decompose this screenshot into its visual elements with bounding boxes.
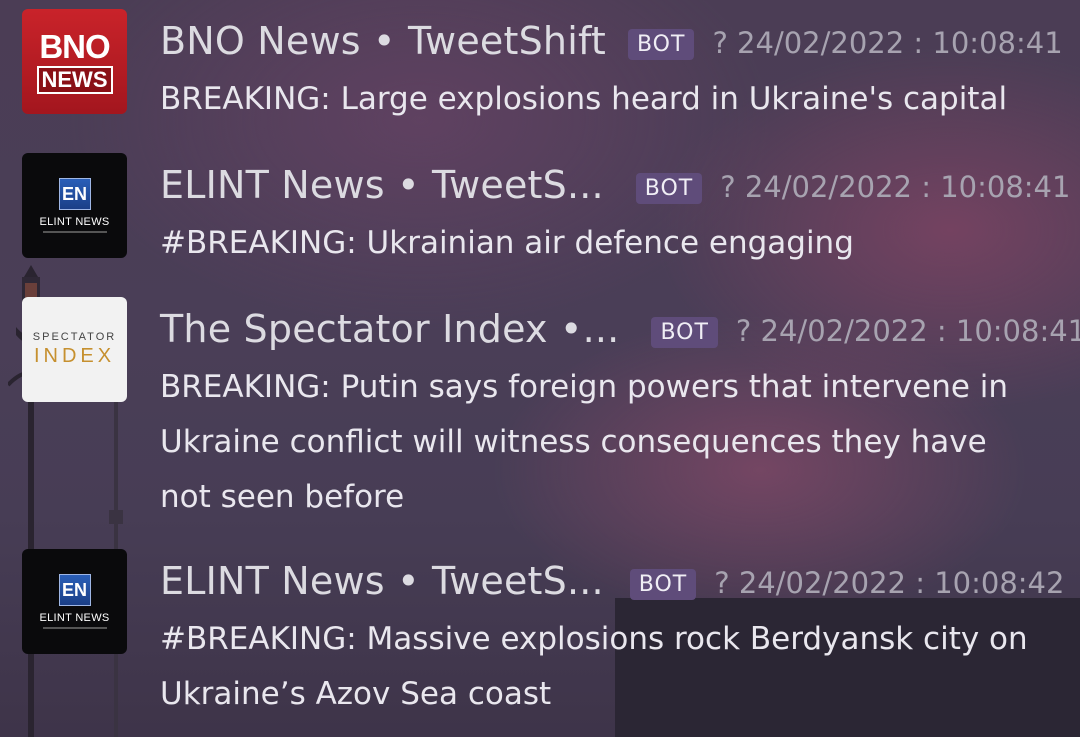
avatar-logo-text: ELINT NEWS <box>39 216 110 228</box>
avatar-logo-tagline <box>42 231 107 233</box>
bot-tag: BOT <box>635 172 703 204</box>
bot-tag: BOT <box>651 316 718 348</box>
bot-tag: BOT <box>629 568 697 600</box>
message-content: BREAKING: Large explosions heard in Ukra… <box>160 81 1008 117</box>
avatar-logo-subtext: NEWS <box>36 65 113 94</box>
message-header: The Spectator Index •... BOT ? 24/02/202… <box>160 306 1080 352</box>
timestamp: ? 24/02/2022 : 10:08:41 <box>735 314 1080 348</box>
avatar-logo-tagline <box>42 627 107 629</box>
bot-tag: BOT <box>627 28 695 60</box>
author-name[interactable]: BNO News • TweetShift <box>160 19 606 63</box>
avatar-logo-text: BNO <box>39 27 110 65</box>
avatar-logo-text: ELINT NEWS <box>39 612 110 624</box>
timestamp: ? 24/02/2022 : 10:08:41 <box>712 26 1063 60</box>
author-name[interactable]: ELINT News • TweetS... <box>160 559 604 603</box>
avatar[interactable]: EN ELINT NEWS <box>22 549 127 654</box>
message-header: ELINT News • TweetS... BOT ? 24/02/2022 … <box>160 558 1064 604</box>
author-name[interactable]: ELINT News • TweetS... <box>160 163 604 207</box>
message-content: #BREAKING: Ukrainian air defence engagin… <box>160 225 854 261</box>
timestamp: ? 24/02/2022 : 10:08:42 <box>714 566 1065 600</box>
avatar[interactable]: BNO NEWS <box>22 9 127 114</box>
message-header: BNO News • TweetShift BOT ? 24/02/2022 :… <box>160 18 1063 64</box>
avatar-logo-mark: EN <box>58 574 91 606</box>
avatar[interactable]: EN ELINT NEWS <box>22 153 127 258</box>
avatar[interactable]: SPECTATOR INDEX <box>22 297 127 402</box>
avatar-logo-text: SPECTATOR <box>32 331 117 343</box>
message-header: ELINT News • TweetS... BOT ? 24/02/2022 … <box>160 162 1070 208</box>
avatar-logo-subtext: INDEX <box>33 345 116 367</box>
message-content: #BREAKING: Massive explosions rock Berdy… <box>160 621 1028 712</box>
message-content: BREAKING: Putin says foreign powers that… <box>160 369 1009 515</box>
author-name[interactable]: The Spectator Index •... <box>160 307 619 351</box>
avatar-logo-mark: EN <box>58 178 91 210</box>
message-feed: BNO NEWS BNO News • TweetShift BOT ? 24/… <box>0 0 1080 737</box>
timestamp: ? 24/02/2022 : 10:08:41 <box>720 170 1071 204</box>
